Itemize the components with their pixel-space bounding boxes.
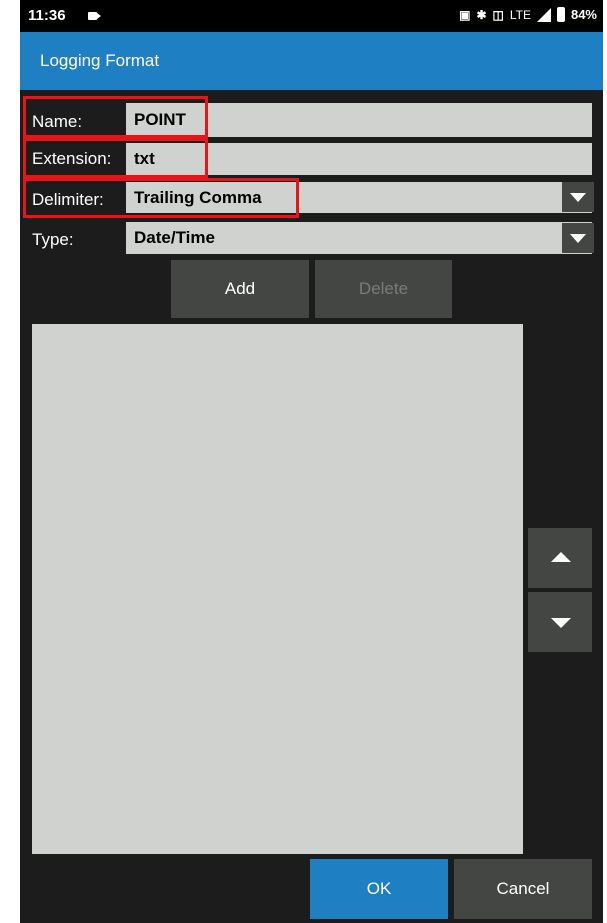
move-up-button[interactable] xyxy=(528,528,592,588)
delimiter-value: Trailing Comma xyxy=(134,188,262,207)
extension-label: Extension: xyxy=(32,149,112,168)
battery-icon xyxy=(556,7,565,22)
network-type: LTE xyxy=(509,7,531,22)
page-title: Logging Format xyxy=(40,51,160,70)
delete-button[interactable]: Delete xyxy=(315,260,452,318)
ok-button-label: OK xyxy=(366,879,392,898)
cast-icon: ▣ xyxy=(459,7,471,22)
move-down-button[interactable] xyxy=(528,592,592,652)
name-value: POINT xyxy=(134,110,186,129)
add-button-label: Add xyxy=(224,279,256,298)
type-label: Type: xyxy=(32,230,74,249)
battery-level: 84% xyxy=(570,7,597,22)
type-select[interactable]: Date/Time xyxy=(126,222,592,254)
chevron-down-icon xyxy=(551,618,571,628)
delimiter-select[interactable]: Trailing Comma xyxy=(126,182,592,213)
chevron-down-icon xyxy=(570,234,586,243)
field-list[interactable] xyxy=(32,324,523,854)
ok-button[interactable]: OK xyxy=(310,859,448,919)
delimiter-label: Delimiter: xyxy=(32,190,104,209)
delete-button-label: Delete xyxy=(358,279,409,298)
delimiter-dropdown-button[interactable] xyxy=(562,182,594,212)
bluetooth-icon: ✱ xyxy=(476,7,487,22)
name-label: Name: xyxy=(32,112,83,131)
logging-format-form: Name: POINT Extension: txt Delimiter: Tr… xyxy=(20,90,603,923)
status-icons: ▣ ✱ ◫ LTE 84% xyxy=(459,7,597,22)
title-pointer-icon xyxy=(72,82,88,90)
type-dropdown-button[interactable] xyxy=(562,223,594,253)
chevron-down-icon xyxy=(570,193,586,202)
type-value: Date/Time xyxy=(134,228,215,247)
add-button[interactable]: Add xyxy=(171,260,309,318)
camera-recording-icon xyxy=(88,12,101,20)
vibrate-icon: ◫ xyxy=(492,7,504,22)
cancel-button-label: Cancel xyxy=(496,879,550,898)
chevron-up-icon xyxy=(551,552,571,562)
status-time: 11:36 xyxy=(28,7,66,24)
status-bar: 11:36 ▣ ✱ ◫ LTE 84% xyxy=(20,0,603,32)
cancel-button[interactable]: Cancel xyxy=(454,859,592,919)
name-field[interactable]: POINT xyxy=(126,103,592,137)
extension-value: txt xyxy=(134,149,155,168)
app-bar: Logging Format xyxy=(20,32,603,90)
signal-icon xyxy=(536,7,551,22)
extension-field[interactable]: txt xyxy=(126,143,592,175)
